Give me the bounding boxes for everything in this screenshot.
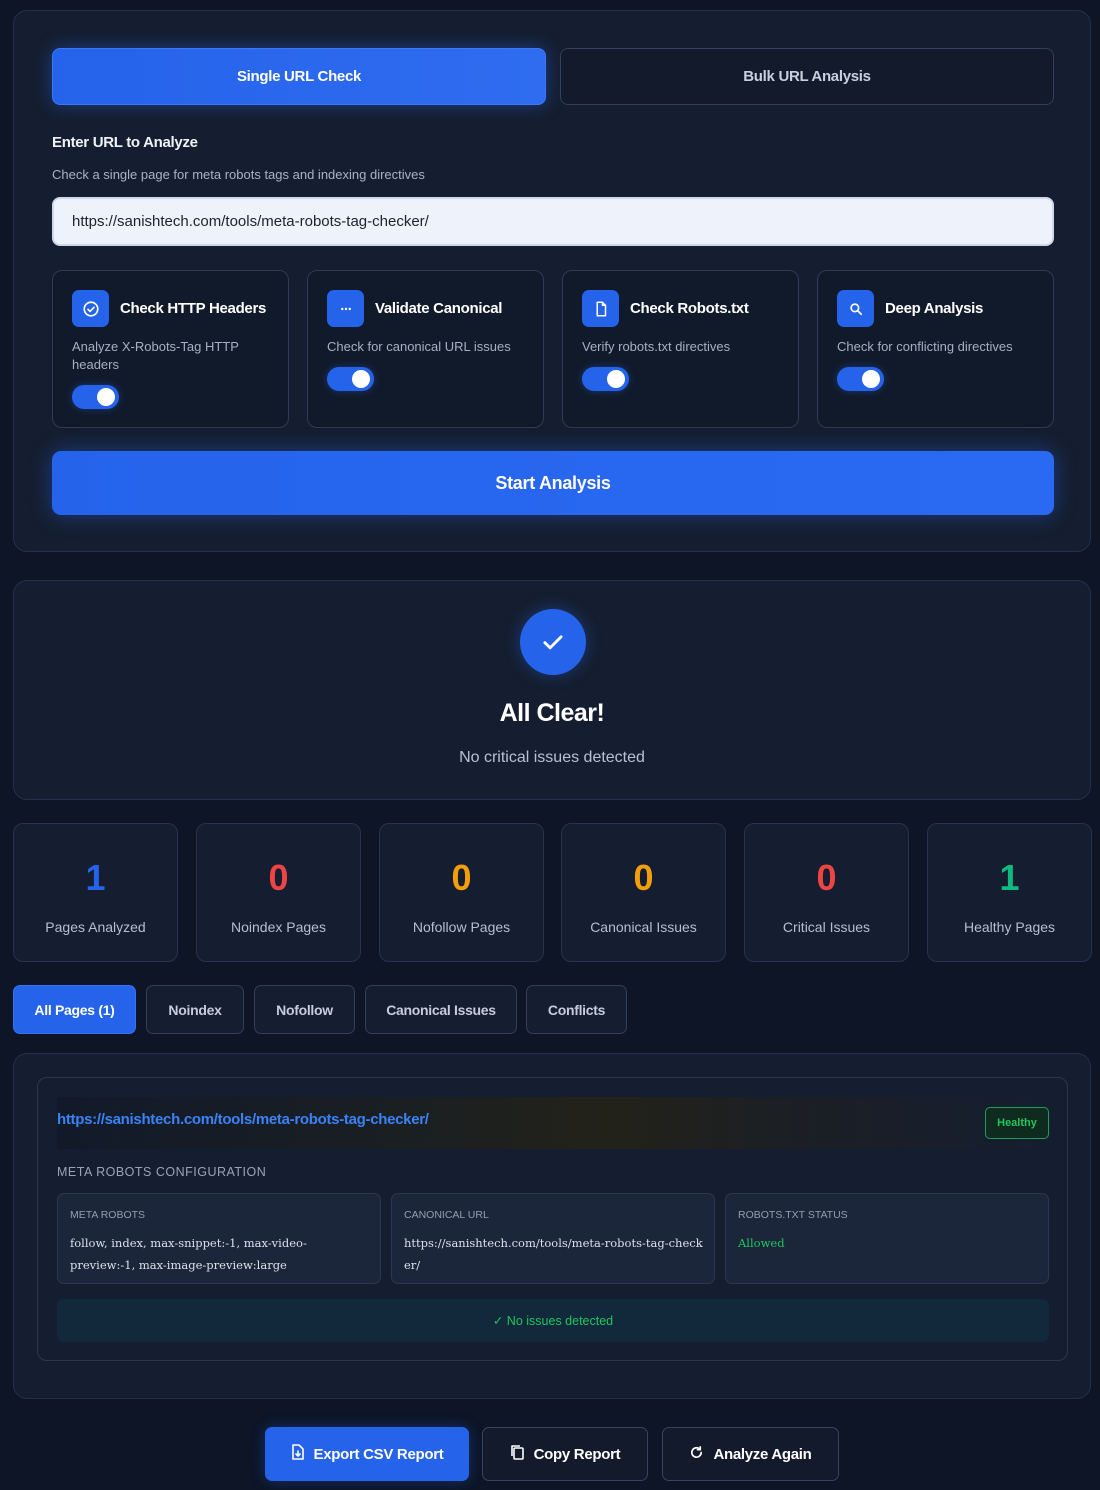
url-input[interactable] xyxy=(52,197,1054,246)
option-description: Check for conflicting directives xyxy=(837,339,1013,354)
canonical-url-value: https://sanishtech.com/tools/meta-robots… xyxy=(404,1236,703,1272)
result-url-link[interactable]: https://sanishtech.com/tools/meta-robots… xyxy=(57,1111,429,1128)
single-url-tab[interactable]: Single URL Check xyxy=(52,48,546,105)
stat-label: Noindex Pages xyxy=(231,919,326,935)
stat-nofollow-pages: 0 Nofollow Pages xyxy=(379,823,544,962)
option-card-http-headers: Check HTTP Headers Analyze X-Robots-Tag … xyxy=(52,270,289,428)
start-analysis-button[interactable]: Start Analysis xyxy=(52,451,1054,515)
input-section-title: Enter URL to Analyze xyxy=(52,134,198,151)
stat-label: Nofollow Pages xyxy=(412,919,511,935)
stat-value: 0 xyxy=(633,857,654,898)
stat-label: Healthy Pages xyxy=(963,919,1056,935)
filter-conflicts[interactable]: Conflicts xyxy=(526,985,627,1034)
option-card-robots-txt: Check Robots.txt Verify robots.txt direc… xyxy=(562,270,799,428)
checkmark-icon xyxy=(520,609,586,675)
option-card-deep-analysis: Deep Analysis Check for conflicting dire… xyxy=(817,270,1054,428)
no-issues-banner: ✓ No issues detected xyxy=(57,1299,1049,1342)
deep-analysis-toggle[interactable] xyxy=(837,367,884,391)
status-title: All Clear! xyxy=(499,699,605,727)
export-csv-button[interactable]: Export CSV Report xyxy=(265,1427,469,1481)
search-icon xyxy=(837,290,874,327)
filter-nofollow[interactable]: Nofollow xyxy=(254,985,355,1034)
config-section-title: META ROBOTS CONFIGURATION xyxy=(57,1165,267,1179)
canonical-url-box: CANONICAL URL https://sanishtech.com/too… xyxy=(391,1193,715,1284)
robots-txt-status-value: Allowed xyxy=(738,1236,785,1250)
stat-label: Canonical Issues xyxy=(590,919,697,935)
results-panel: https://sanishtech.com/tools/meta-robots… xyxy=(13,1053,1091,1399)
result-header: https://sanishtech.com/tools/meta-robots… xyxy=(57,1097,1049,1149)
stat-label: Pages Analyzed xyxy=(45,919,146,935)
option-card-canonical: Validate Canonical Check for canonical U… xyxy=(307,270,544,428)
file-icon xyxy=(582,290,619,327)
check-circle-icon xyxy=(72,290,109,327)
export-csv-label: Export CSV Report xyxy=(313,1445,444,1463)
copy-report-button[interactable]: Copy Report xyxy=(482,1427,648,1481)
option-title: Check HTTP Headers xyxy=(120,300,267,317)
stat-value: 1 xyxy=(999,857,1020,898)
status-panel: All Clear! No critical issues detected xyxy=(13,580,1091,800)
robots-txt-status-label: ROBOTS.TXT STATUS xyxy=(738,1209,848,1221)
analyzer-panel: Single URL Check Bulk URL Analysis Enter… xyxy=(13,10,1091,552)
option-description: Verify robots.txt directives xyxy=(582,339,731,354)
copy-report-label: Copy Report xyxy=(533,1445,621,1463)
option-title: Validate Canonical xyxy=(375,300,503,317)
stat-value: 0 xyxy=(816,857,837,898)
refresh-icon xyxy=(689,1445,704,1464)
stat-value: 0 xyxy=(268,857,289,898)
copy-icon xyxy=(510,1444,525,1464)
stat-label: Critical Issues xyxy=(782,919,871,935)
meta-robots-value: follow, index, max-snippet:-1, max-video… xyxy=(70,1236,307,1272)
robots-txt-status-box: ROBOTS.TXT STATUS Allowed xyxy=(725,1193,1049,1284)
filter-canonical-issues[interactable]: Canonical Issues xyxy=(365,985,517,1034)
file-download-icon xyxy=(291,1444,305,1464)
analyze-again-label: Analyze Again xyxy=(713,1445,812,1463)
option-description: Check for canonical URL issues xyxy=(327,339,511,354)
stat-pages-analyzed: 1 Pages Analyzed xyxy=(13,823,178,962)
filter-noindex[interactable]: Noindex xyxy=(146,985,244,1034)
meta-robots-box: META ROBOTS follow, index, max-snippet:-… xyxy=(57,1193,381,1284)
result-card: https://sanishtech.com/tools/meta-robots… xyxy=(37,1077,1068,1361)
canonical-toggle[interactable] xyxy=(327,367,374,391)
canonical-url-label: CANONICAL URL xyxy=(404,1209,489,1221)
filter-all-pages[interactable]: All Pages (1) xyxy=(13,985,136,1034)
stat-healthy-pages: 1 Healthy Pages xyxy=(927,823,1092,962)
stat-noindex-pages: 0 Noindex Pages xyxy=(196,823,361,962)
dots-icon xyxy=(327,290,364,327)
stat-value: 1 xyxy=(85,857,106,898)
input-section-subtitle: Check a single page for meta robots tags… xyxy=(52,167,425,182)
status-badge: Healthy xyxy=(985,1107,1049,1139)
stat-value: 0 xyxy=(451,857,472,898)
status-subtitle: No critical issues detected xyxy=(459,749,645,766)
option-title: Deep Analysis xyxy=(885,300,984,317)
stat-critical-issues: 0 Critical Issues xyxy=(744,823,909,962)
http-headers-toggle[interactable] xyxy=(72,385,119,409)
option-description: Analyze X-Robots-Tag HTTP headers xyxy=(72,339,239,372)
stat-canonical-issues: 0 Canonical Issues xyxy=(561,823,726,962)
robots-txt-toggle[interactable] xyxy=(582,367,629,391)
analyze-again-button[interactable]: Analyze Again xyxy=(662,1427,839,1481)
meta-robots-label: META ROBOTS xyxy=(70,1209,146,1221)
option-title: Check Robots.txt xyxy=(630,300,749,317)
bulk-url-tab[interactable]: Bulk URL Analysis xyxy=(560,48,1054,105)
